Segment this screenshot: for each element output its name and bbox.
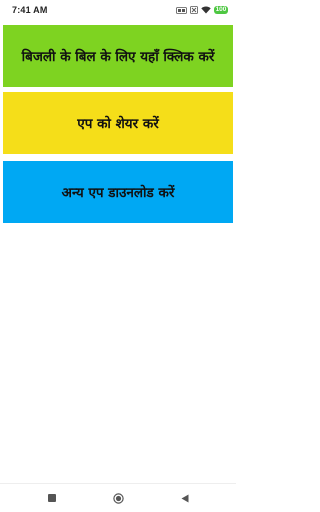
- recent-apps-icon: [47, 494, 56, 502]
- back-button[interactable]: [170, 484, 200, 512]
- download-other-apps-button[interactable]: अन्य एप डाउनलोड करें: [3, 161, 233, 223]
- home-icon: [112, 492, 124, 504]
- wifi-icon: [201, 6, 211, 14]
- recent-apps-button[interactable]: [37, 484, 67, 512]
- back-icon: [181, 494, 189, 503]
- electricity-bill-button[interactable]: बिजली के बिल के लिए यहाँ क्लिक करें: [3, 25, 233, 87]
- download-other-apps-label: अन्य एप डाउनलोड करें: [61, 185, 175, 201]
- share-app-button[interactable]: एप को शेयर करें: [3, 92, 233, 154]
- sim-icon: [190, 6, 198, 14]
- electricity-bill-label: बिजली के बिल के लिए यहाँ क्लिक करें: [21, 49, 215, 65]
- hd-volte-icon: [176, 6, 187, 14]
- navigation-bar: [0, 483, 236, 512]
- battery-icon: 100: [214, 6, 228, 14]
- status-icons: 100: [176, 6, 228, 14]
- share-app-label: एप को शेयर करें: [77, 116, 159, 132]
- status-bar: 7:41 AM 100: [0, 0, 236, 20]
- status-time: 7:41 AM: [12, 5, 48, 15]
- home-button[interactable]: [103, 484, 133, 512]
